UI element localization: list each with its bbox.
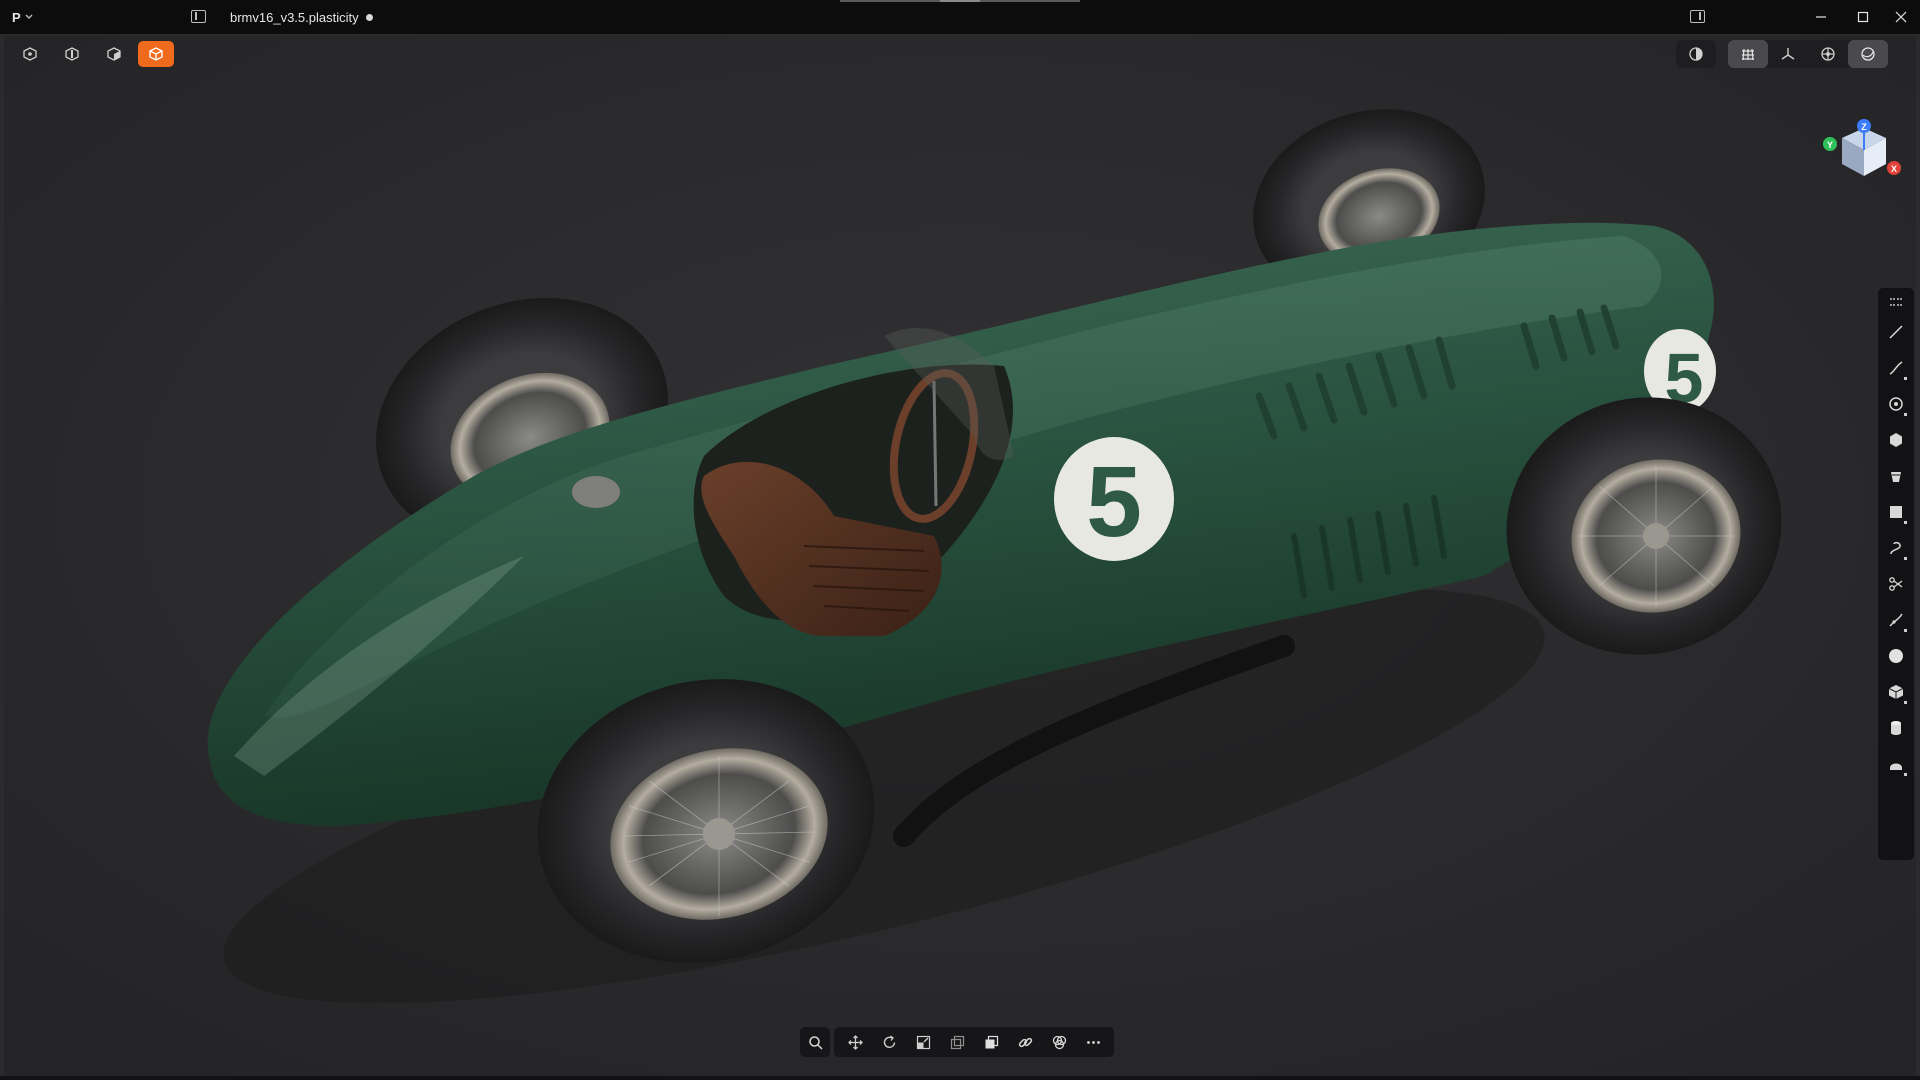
- window-drag-handle[interactable]: [840, 0, 1080, 2]
- box-tool-button[interactable]: [1882, 674, 1910, 710]
- overlay-button[interactable]: [1808, 40, 1848, 68]
- rectangle-tool-button[interactable]: [1882, 494, 1910, 530]
- cylinder-tool-button[interactable]: [1882, 710, 1910, 746]
- cylinder-icon: [1891, 721, 1901, 735]
- circle-tool-button[interactable]: [1882, 386, 1910, 422]
- solid-select-button[interactable]: [138, 41, 174, 67]
- render-mode-icon: [1861, 47, 1875, 61]
- curve-tool-button[interactable]: [1882, 350, 1910, 386]
- face-select-icon: [107, 47, 121, 61]
- creation-toolbar: [1878, 288, 1914, 860]
- intersect-button[interactable]: [1042, 1027, 1076, 1057]
- svg-text:Z: Z: [1861, 122, 1867, 132]
- sphere-icon: [1889, 649, 1903, 663]
- close-icon: [1895, 11, 1907, 23]
- render-mode-button[interactable]: [1848, 40, 1888, 68]
- polygon-icon: [1890, 433, 1902, 447]
- scale-icon: [916, 1035, 930, 1049]
- duplicate-button[interactable]: [940, 1027, 974, 1057]
- title-bar: P brmv16_v3.5.plasticity: [0, 0, 1920, 34]
- line-tool-button[interactable]: [1882, 314, 1910, 350]
- axes-icon: [1781, 48, 1795, 60]
- transform-tools-group: [834, 1027, 1114, 1057]
- maximize-icon: [1857, 11, 1869, 23]
- svg-text:X: X: [1891, 164, 1897, 174]
- rotate-icon: [883, 1034, 895, 1048]
- axes-button[interactable]: [1768, 40, 1808, 68]
- link-button[interactable]: [1008, 1027, 1042, 1057]
- bucket-tool-button[interactable]: [1882, 458, 1910, 494]
- right-panel-toggle-icon[interactable]: [1690, 10, 1705, 23]
- grid-button[interactable]: [1728, 40, 1768, 68]
- app-menu[interactable]: P: [12, 10, 33, 25]
- app-logo-icon: P: [12, 9, 21, 25]
- rectangle-icon: [1890, 506, 1902, 518]
- xray-button[interactable]: [1676, 40, 1716, 68]
- solid-select-icon: [149, 47, 163, 61]
- fillet-tool-button[interactable]: [1882, 602, 1910, 638]
- vertex-select-icon: [23, 47, 37, 61]
- sidebar-toggle-icon[interactable]: [191, 10, 206, 23]
- move-button[interactable]: [838, 1027, 872, 1057]
- navigation-cube[interactable]: Z Y X: [1802, 88, 1902, 198]
- transform-toolbar: [800, 1027, 1114, 1057]
- cut-tool-button[interactable]: [1882, 566, 1910, 602]
- xray-toolbar: [1676, 40, 1716, 68]
- grid-icon: [1742, 48, 1754, 61]
- minimize-button[interactable]: [1798, 0, 1844, 34]
- unsaved-indicator: [365, 14, 373, 21]
- duplicate-icon: [950, 1035, 964, 1049]
- rotate-button[interactable]: [872, 1027, 906, 1057]
- link-icon: [1018, 1037, 1032, 1047]
- search-icon: [808, 1035, 823, 1050]
- status-strip: [0, 1076, 1920, 1080]
- minimize-icon: [1816, 16, 1826, 18]
- intersect-icon: [1052, 1035, 1066, 1049]
- xray-icon: [1689, 47, 1703, 61]
- race-number-text: 5: [1086, 446, 1142, 558]
- close-button[interactable]: [1878, 0, 1920, 34]
- file-name: brmv16_v3.5.plasticity: [230, 10, 359, 25]
- boolean-icon: [985, 1035, 998, 1048]
- face-select-button[interactable]: [96, 41, 132, 67]
- selection-mode-toolbar: [12, 40, 174, 68]
- circle-icon: [1889, 397, 1903, 411]
- document-title: brmv16_v3.5.plasticity: [230, 10, 373, 25]
- scissors-cut-icon: [1889, 577, 1903, 591]
- curve-icon: [1889, 361, 1903, 375]
- view-options-toolbar: [1728, 40, 1888, 68]
- sphere-tool-button[interactable]: [1882, 638, 1910, 674]
- line-icon: [1889, 325, 1903, 339]
- car-model[interactable]: 5 5: [4, 36, 1916, 1076]
- sweep-icon: [1890, 763, 1902, 770]
- scale-button[interactable]: [906, 1027, 940, 1057]
- sweep-tool-button[interactable]: [1882, 746, 1910, 782]
- more-button[interactable]: [1076, 1027, 1110, 1057]
- polygon-tool-button[interactable]: [1882, 422, 1910, 458]
- boolean-button[interactable]: [974, 1027, 1008, 1057]
- command-search-button[interactable]: [800, 1027, 830, 1057]
- vertex-select-button[interactable]: [12, 41, 48, 67]
- toolbar-drag-handle[interactable]: [1890, 298, 1902, 306]
- svg-text:Y: Y: [1827, 140, 1833, 150]
- spiral-curve-icon: [1890, 541, 1901, 555]
- spiral-tool-button[interactable]: [1882, 530, 1910, 566]
- bucket-icon: [1891, 472, 1901, 482]
- fillet-icon: [1889, 613, 1903, 627]
- 3d-viewport[interactable]: 5 5 Z Y X: [4, 36, 1916, 1076]
- overlay-icon: [1821, 47, 1835, 61]
- box-icon: [1888, 685, 1904, 699]
- more-icon: [1086, 1040, 1100, 1044]
- edge-select-icon: [65, 47, 79, 61]
- edge-select-button[interactable]: [54, 41, 90, 67]
- move-icon: [847, 1034, 863, 1050]
- chevron-down-icon: [25, 14, 33, 19]
